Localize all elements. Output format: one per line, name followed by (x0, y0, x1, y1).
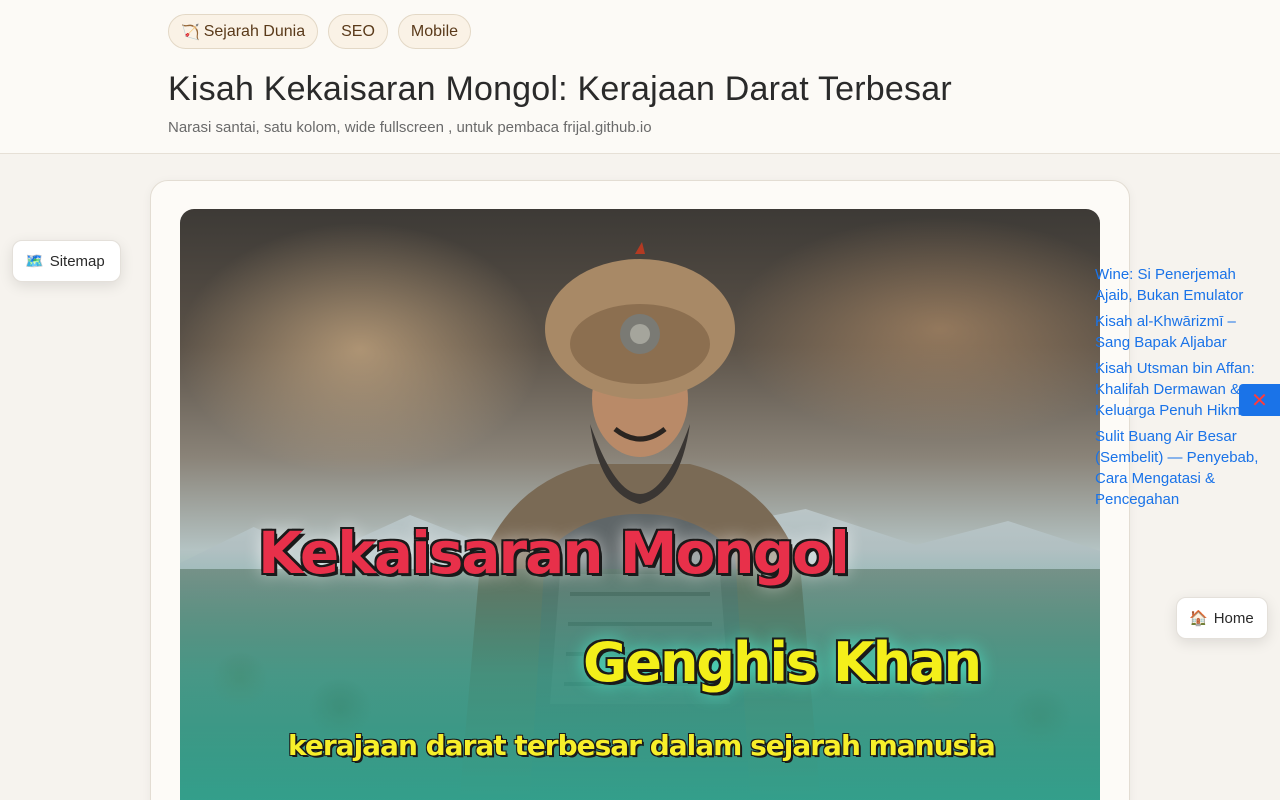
house-icon: 🏠 (1189, 610, 1208, 627)
tag-label: Sejarah Dunia (203, 22, 306, 40)
tag-seo[interactable]: SEO (328, 14, 388, 49)
sitemap-button[interactable]: 🗺️ Sitemap (12, 240, 121, 282)
page-header: 🏹 Sejarah Dunia SEO Mobile Kisah Kekaisa… (0, 0, 1280, 154)
close-x-icon: ✕ (1251, 389, 1268, 412)
home-button[interactable]: 🏠 Home (1176, 597, 1268, 639)
close-related-button[interactable]: ✕ (1239, 384, 1280, 416)
map-icon: 🗺️ (25, 253, 44, 270)
tag-list: 🏹 Sejarah Dunia SEO Mobile (168, 14, 472, 49)
hero-tagline: kerajaan darat terbesar dalam sejarah ma… (288, 729, 996, 762)
tag-sejarah-dunia[interactable]: 🏹 Sejarah Dunia (168, 14, 319, 49)
page-title: Kisah Kekaisaran Mongol: Kerajaan Darat … (168, 70, 952, 108)
tag-label: SEO (341, 22, 375, 40)
home-label: Home (1213, 609, 1254, 627)
hero-subheading: Genghis Khan (583, 631, 982, 694)
bow-arrow-icon: 🏹 (181, 23, 200, 41)
hero-heading: Kekaisaran Mongol (258, 519, 850, 587)
page-subtitle: Narasi santai, satu kolom, wide fullscre… (168, 119, 652, 136)
hero-image: Kekaisaran Mongol Genghis Khan kerajaan … (180, 209, 1100, 800)
sitemap-label: Sitemap (49, 252, 105, 270)
related-link[interactable]: Kisah al-Khwārizmī – Sang Bapak Aljabar (1095, 311, 1275, 353)
tag-label: Mobile (410, 22, 459, 40)
tag-mobile[interactable]: Mobile (397, 14, 472, 49)
related-link[interactable]: Sulit Buang Air Besar (Sembelit) — Penye… (1095, 426, 1275, 510)
related-link[interactable]: Wine: Si Penerjemah Ajaib, Bukan Emulato… (1095, 264, 1275, 306)
